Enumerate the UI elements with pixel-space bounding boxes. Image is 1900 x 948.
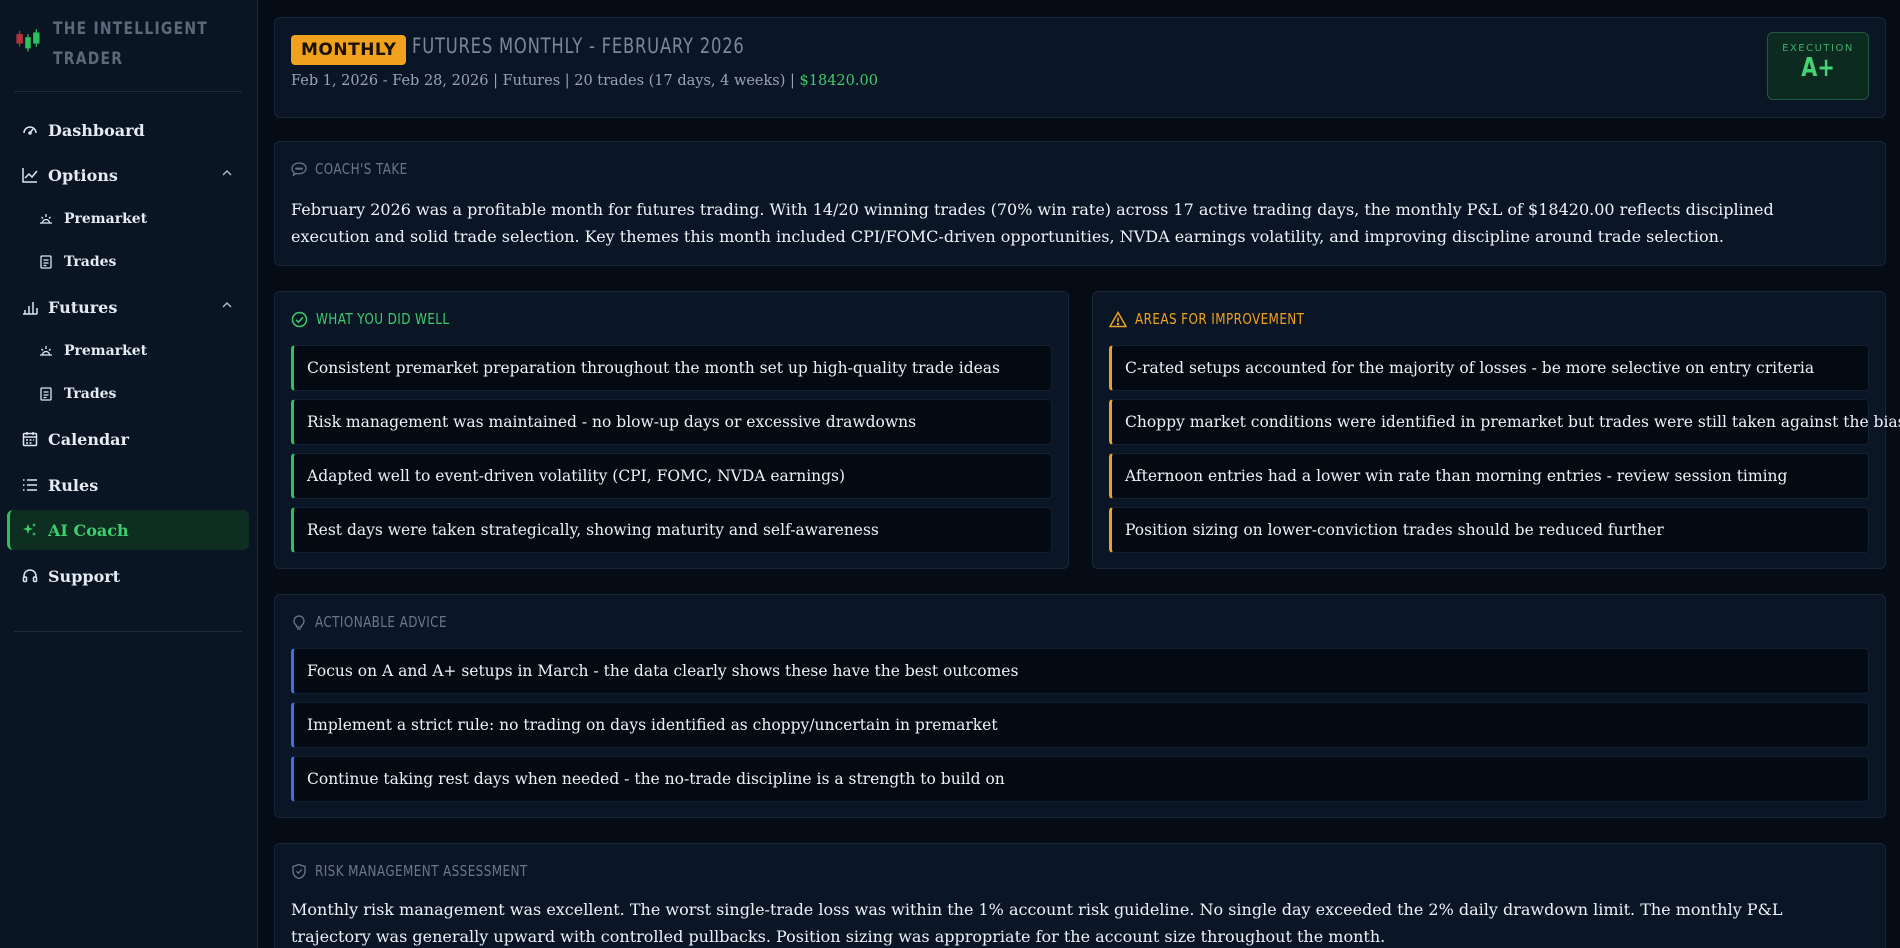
sunrise-icon xyxy=(37,343,54,360)
brand-line-1: THE INTELLIGENT xyxy=(52,19,208,39)
risk-assessment-text: Monthly risk management was excellent. T… xyxy=(291,900,1783,946)
sidebar-item-label: Options xyxy=(48,165,118,185)
did-well-card: WHAT YOU DID WELL Consistent premarket p… xyxy=(274,291,1069,569)
line-chart-icon xyxy=(21,167,38,184)
section-title: ACTIONABLE ADVICE xyxy=(315,613,447,631)
list-item: Choppy market conditions were identified… xyxy=(1109,399,1900,445)
list-item: Implement a strict rule: no trading on d… xyxy=(291,702,1869,748)
list-icon xyxy=(21,477,38,494)
coach-take-text: February 2026 was a profitable month for… xyxy=(291,200,1774,246)
sidebar-item-futures[interactable]: Futures xyxy=(7,287,249,327)
sidebar-item-futures-premarket[interactable]: Premarket xyxy=(7,331,249,371)
improvement-heading: AREAS FOR IMPROVEMENT xyxy=(1109,310,1347,328)
list-item: Continue taking rest days when needed - … xyxy=(291,756,1869,802)
section-title: WHAT YOU DID WELL xyxy=(316,310,450,328)
warning-triangle-icon xyxy=(1109,310,1127,327)
gauge-icon xyxy=(21,122,38,139)
brand-name: THE INTELLIGENT TRADER xyxy=(53,14,210,74)
list-item: Afternoon entries had a lower win rate t… xyxy=(1109,453,1869,499)
bar-chart-icon xyxy=(21,299,38,316)
sidebar: THE INTELLIGENT TRADER Dashboard Options… xyxy=(0,0,258,948)
sidebar-item-dashboard[interactable]: Dashboard xyxy=(7,110,249,150)
brand[interactable]: THE INTELLIGENT TRADER xyxy=(14,14,244,74)
sidebar-item-ai-coach[interactable]: AI Coach xyxy=(7,510,249,550)
section-title: AREAS FOR IMPROVEMENT xyxy=(1135,310,1305,328)
calendar-icon xyxy=(21,431,38,448)
page-title: FUTURES MONTHLY - FEBRUARY 2026 xyxy=(412,34,745,58)
sidebar-item-label: Premarket xyxy=(64,343,148,359)
execution-grade-badge: EXECUTION A+ xyxy=(1767,32,1869,100)
candlestick-logo-icon xyxy=(16,29,40,52)
sidebar-divider xyxy=(14,91,242,92)
list-item: Risk management was maintained - no blow… xyxy=(291,399,1052,445)
headset-icon xyxy=(21,568,38,585)
list-item: Consistent premarket preparation through… xyxy=(291,345,1052,391)
actionable-advice-card: ACTIONABLE ADVICE Focus on A and A+ setu… xyxy=(274,594,1886,818)
sidebar-divider xyxy=(14,631,242,632)
monthly-pnl: $18420.00 xyxy=(799,73,878,89)
sidebar-item-label: Support xyxy=(48,566,121,586)
list-item: Adapted well to event-driven volatility … xyxy=(291,453,1052,499)
sidebar-item-label: Calendar xyxy=(48,429,129,449)
sidebar-item-options-premarket[interactable]: Premarket xyxy=(7,199,249,239)
chat-bubble-icon xyxy=(291,162,307,177)
section-title: RISK MANAGEMENT ASSESSMENT xyxy=(315,862,528,880)
sidebar-item-futures-trades[interactable]: Trades xyxy=(7,374,249,414)
coach-take-heading: COACH'S TAKE xyxy=(291,160,431,178)
sparkles-icon xyxy=(21,522,38,539)
chevron-up-icon xyxy=(222,301,232,308)
sidebar-item-rules[interactable]: Rules xyxy=(7,465,249,505)
sidebar-item-label: Dashboard xyxy=(48,120,145,140)
sidebar-item-support[interactable]: Support xyxy=(7,556,249,596)
sidebar-item-label: Premarket xyxy=(64,211,148,227)
risk-assessment-heading: RISK MANAGEMENT ASSESSMENT xyxy=(291,862,581,880)
actionable-advice-heading: ACTIONABLE ADVICE xyxy=(291,613,480,631)
shield-check-icon xyxy=(292,863,306,879)
list-item: Focus on A and A+ setups in March - the … xyxy=(291,648,1869,694)
sidebar-item-label: Rules xyxy=(48,475,99,495)
section-title: COACH'S TAKE xyxy=(315,160,408,178)
report-header: MONTHLY FUTURES MONTHLY - FEBRUARY 2026 … xyxy=(274,17,1886,118)
report-meta: Feb 1, 2026 - Feb 28, 2026 | Futures | 2… xyxy=(291,73,878,89)
monthly-badge: MONTHLY xyxy=(291,35,407,65)
sidebar-item-options[interactable]: Options xyxy=(7,155,249,195)
lightbulb-icon xyxy=(293,614,305,630)
list-item: Rest days were taken strategically, show… xyxy=(291,507,1052,553)
sunrise-icon xyxy=(37,211,54,228)
list-item: Position sizing on lower-conviction trad… xyxy=(1109,507,1869,553)
sidebar-item-label: AI Coach xyxy=(48,520,129,540)
document-icon xyxy=(37,254,54,271)
risk-assessment-card: RISK MANAGEMENT ASSESSMENT Monthly risk … xyxy=(274,843,1886,948)
sidebar-item-options-trades[interactable]: Trades xyxy=(7,242,249,282)
grade-value: A+ xyxy=(1801,53,1835,83)
coach-take-card: COACH'S TAKE February 2026 was a profita… xyxy=(274,141,1886,266)
sidebar-item-label: Trades xyxy=(64,386,117,402)
brand-line-2: TRADER xyxy=(52,49,123,69)
sidebar-item-label: Futures xyxy=(48,297,118,317)
report-meta-text: Feb 1, 2026 - Feb 28, 2026 | Futures | 2… xyxy=(291,73,795,89)
chevron-up-icon xyxy=(222,169,232,176)
sidebar-item-calendar[interactable]: Calendar xyxy=(7,419,249,459)
check-circle-icon xyxy=(291,311,308,327)
document-icon xyxy=(37,386,54,403)
sidebar-item-label: Trades xyxy=(64,254,117,270)
did-well-heading: WHAT YOU DID WELL xyxy=(291,310,483,328)
improvement-card: AREAS FOR IMPROVEMENT C-rated setups acc… xyxy=(1092,291,1900,569)
list-item: C-rated setups accounted for the majorit… xyxy=(1109,345,1869,391)
